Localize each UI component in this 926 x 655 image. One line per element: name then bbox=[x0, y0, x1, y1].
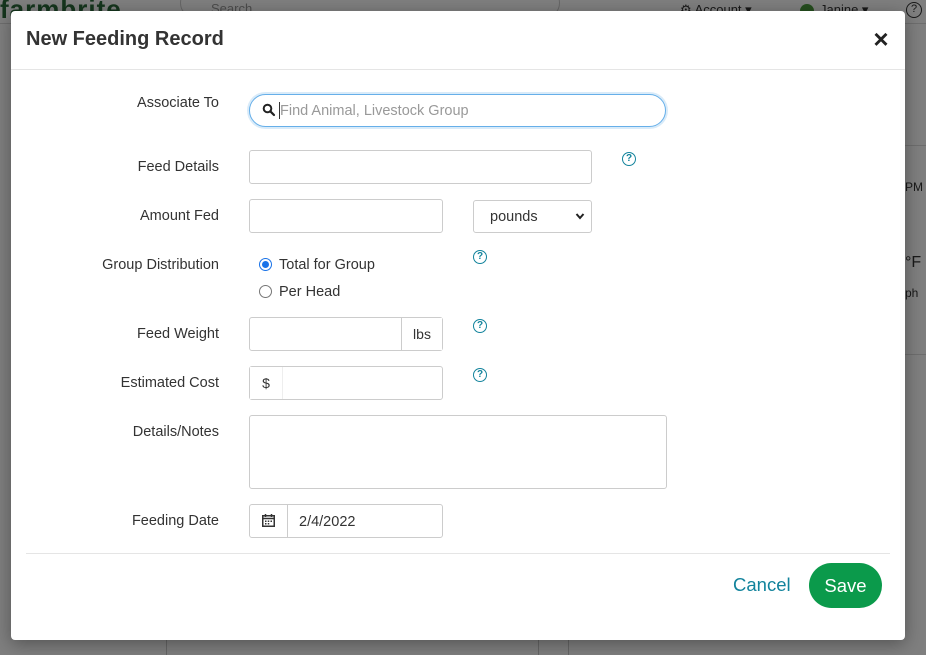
modal-footer: Cancel Save bbox=[26, 553, 890, 640]
amount-fed-input[interactable] bbox=[249, 199, 443, 233]
radio-button-checked[interactable] bbox=[259, 258, 272, 271]
feed-weight-label: Feed Weight bbox=[137, 326, 219, 342]
amount-fed-unit-value: pounds bbox=[490, 209, 538, 225]
estimated-cost-input[interactable]: $ bbox=[249, 366, 443, 400]
feed-details-label: Feed Details bbox=[137, 159, 219, 175]
details-notes-textarea[interactable] bbox=[249, 415, 667, 489]
feed-details-help-icon[interactable]: ? bbox=[622, 152, 636, 166]
feeding-date-input[interactable]: 2/4/2022 bbox=[249, 504, 443, 538]
group-distribution-label: Group Distribution bbox=[102, 257, 219, 273]
cancel-button[interactable]: Cancel bbox=[733, 574, 791, 596]
new-feeding-record-modal: New Feeding Record × Associate To Find A… bbox=[11, 11, 905, 640]
estimated-cost-label: Estimated Cost bbox=[120, 375, 219, 391]
currency-prefix: $ bbox=[250, 367, 283, 399]
feed-weight-input[interactable]: lbs bbox=[249, 317, 443, 351]
radio-label-total-for-group: Total for Group bbox=[279, 257, 375, 273]
amount-fed-unit-select[interactable]: pounds bbox=[473, 200, 592, 233]
feeding-date-value: 2/4/2022 bbox=[299, 514, 356, 530]
calendar-icon bbox=[262, 514, 275, 527]
associate-to-search-input[interactable]: Find Animal, Livestock Group bbox=[249, 94, 666, 127]
amount-fed-label: Amount Fed bbox=[140, 208, 219, 224]
close-button[interactable]: × bbox=[871, 25, 891, 53]
save-button[interactable]: Save bbox=[809, 563, 882, 608]
modal-header: New Feeding Record × bbox=[11, 11, 905, 70]
feed-details-input[interactable] bbox=[249, 150, 592, 184]
radio-button-unchecked[interactable] bbox=[259, 285, 272, 298]
radio-label-per-head: Per Head bbox=[279, 284, 341, 300]
calendar-button[interactable] bbox=[250, 505, 288, 537]
details-notes-label: Details/Notes bbox=[132, 424, 219, 440]
search-icon bbox=[262, 103, 276, 117]
modal-title: New Feeding Record bbox=[26, 28, 224, 50]
chevron-down-icon bbox=[575, 213, 585, 220]
associate-to-placeholder: Find Animal, Livestock Group bbox=[280, 103, 469, 119]
group-distribution-help-icon[interactable]: ? bbox=[473, 250, 487, 264]
feeding-date-label: Feeding Date bbox=[131, 513, 219, 529]
estimated-cost-help-icon[interactable]: ? bbox=[473, 368, 487, 382]
feed-weight-help-icon[interactable]: ? bbox=[473, 319, 487, 333]
associate-to-label: Associate To bbox=[137, 95, 219, 111]
feed-weight-unit: lbs bbox=[401, 318, 442, 350]
